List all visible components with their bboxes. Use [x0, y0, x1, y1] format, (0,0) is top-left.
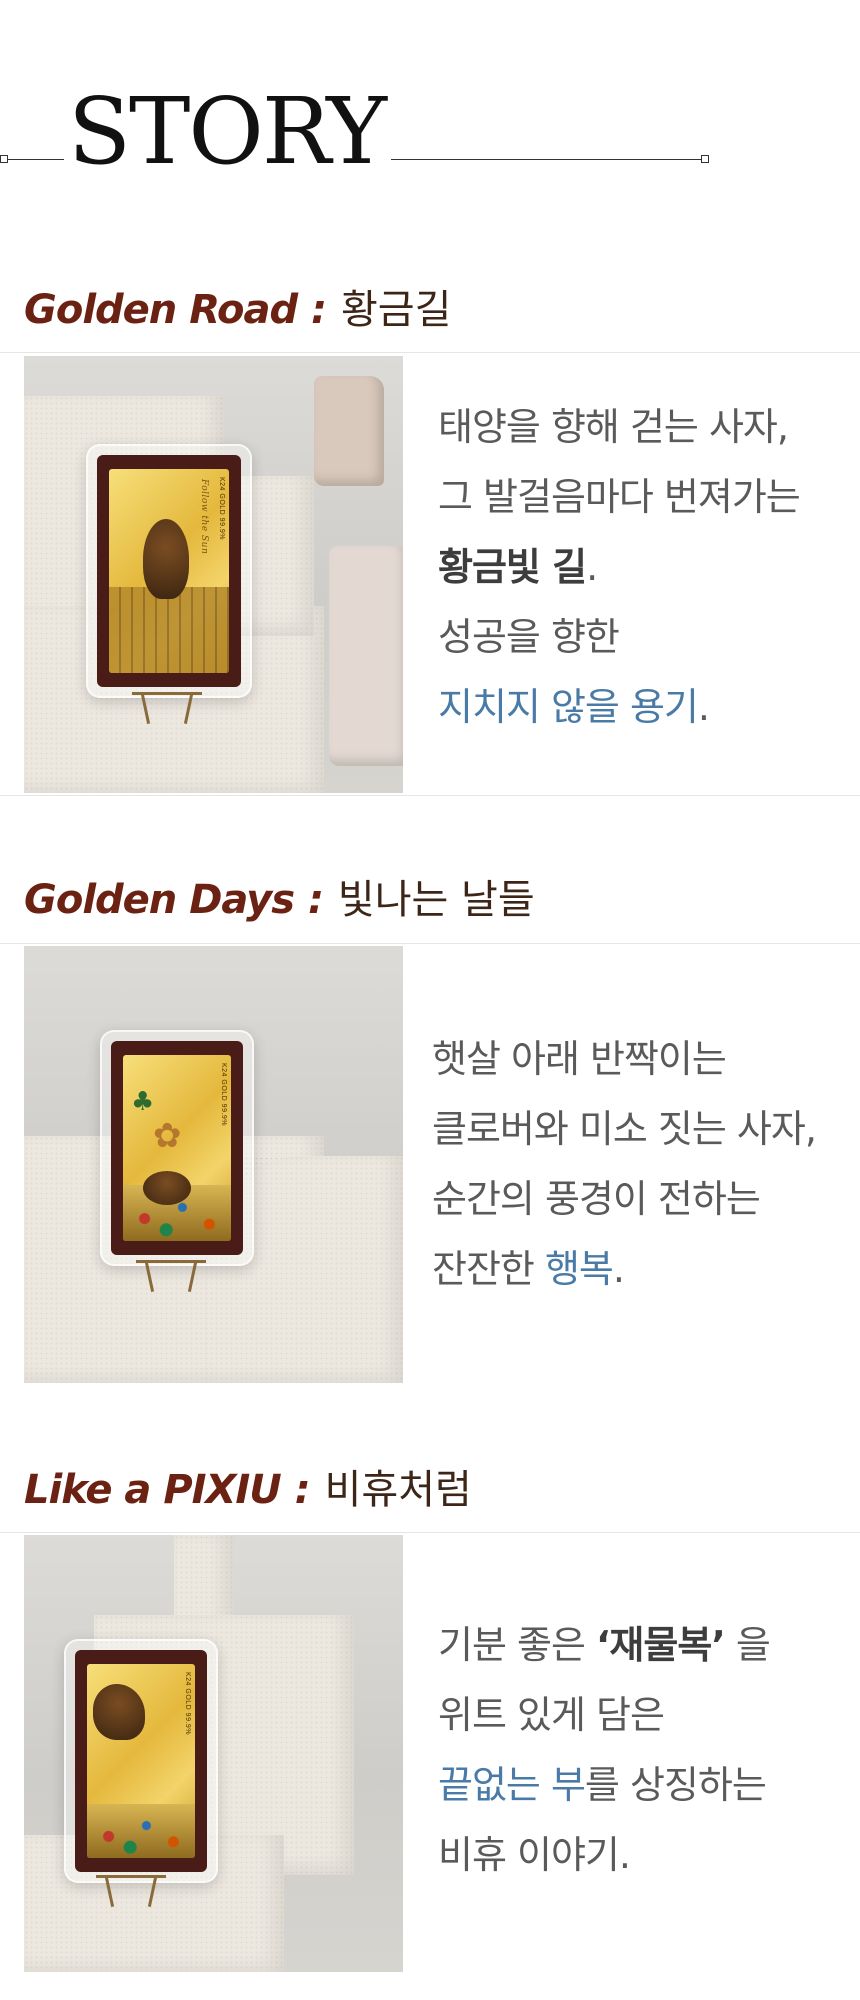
section-title-golden-days: Golden Days : 빛나는 날들 — [24, 872, 535, 928]
product-photo-golden-days: ♣ ✿ K24 GOLD 99.9% — [24, 946, 403, 1383]
section-title-en: Golden Days — [24, 877, 295, 923]
card-stamp: K24 GOLD 99.9% — [220, 1063, 227, 1127]
story-line: 지치지 않을 용기. — [438, 672, 800, 742]
card-stand — [136, 1260, 206, 1292]
section-divider — [0, 795, 860, 796]
story-text: 잔잔한 — [432, 1247, 545, 1291]
section-title-golden-road: Golden Road : 황금길 — [24, 282, 451, 338]
gold-card-case: ♣ ✿ K24 GOLD 99.9% — [100, 1030, 254, 1266]
story-line: 잔잔한 행복. — [432, 1234, 816, 1304]
story-line: 태양을 향해 걷는 사자, — [438, 405, 789, 449]
story-line: 기분 좋은 ‘재물복’ 을 — [438, 1610, 771, 1680]
highlight-text: 지치지 않을 용기 — [438, 685, 699, 729]
story-line: 끝없는 부를 상징하는 — [438, 1750, 770, 1820]
story-line: 햇살 아래 반짝이는 — [432, 1037, 727, 1081]
punctuation: . — [697, 685, 710, 729]
stone-decor — [329, 546, 403, 766]
rule-endpoint-right — [701, 155, 709, 163]
section-title-like-a-pixiu: Like a PIXIU : 비휴처럼 — [24, 1462, 472, 1518]
gold-card-case: K24 GOLD 99.9% Follow the Sun — [86, 444, 252, 698]
gold-card: ♣ ✿ K24 GOLD 99.9% — [111, 1041, 243, 1255]
product-photo-golden-road: K24 GOLD 99.9% Follow the Sun — [24, 356, 403, 793]
story-line: 순간의 풍경이 전하는 — [432, 1177, 761, 1221]
story-line: 황금빛 길. — [438, 532, 800, 602]
section-title-colon: : — [280, 1467, 325, 1513]
highlight-text: 행복 — [544, 1247, 614, 1291]
story-line: 클로버와 미소 짓는 사자, — [432, 1107, 817, 1151]
product-photo-like-a-pixiu: K24 GOLD 99.9% — [24, 1535, 403, 1972]
gold-card-case: K24 GOLD 99.9% — [64, 1639, 218, 1883]
card-stamp: K24 GOLD 99.9% — [218, 477, 225, 541]
story-header: STORY — [0, 0, 860, 200]
section-title-colon: : — [294, 877, 338, 923]
clover-motif: ♣ — [131, 1087, 155, 1117]
stone-decor — [314, 376, 384, 486]
page-title: STORY — [64, 82, 391, 182]
card-stamp: K24 GOLD 99.9% — [184, 1672, 191, 1736]
section-title-ko: 비휴처럼 — [324, 1467, 472, 1513]
golden-road-motif — [109, 587, 229, 673]
story-text: 기분 좋은 — [438, 1623, 596, 1667]
section-title-ko: 빛나는 날들 — [337, 877, 535, 923]
story-line: 위트 있게 담은 — [438, 1693, 665, 1737]
section-divider — [0, 352, 860, 353]
section-title-en: Like a PIXIU — [24, 1467, 282, 1513]
story-text-like-a-pixiu: 기분 좋은 ‘재물복’ 을 위트 있게 담은 끝없는 부를 상징하는 비휴 이야… — [438, 1610, 771, 1890]
story-text-golden-road: 태양을 향해 걷는 사자, 그 발걸음마다 번져가는 황금빛 길. 성공을 향한… — [438, 392, 801, 742]
story-text: 을 — [724, 1623, 771, 1667]
section-title-ko: 황금길 — [340, 287, 452, 333]
gold-plate: K24 GOLD 99.9% — [87, 1664, 195, 1858]
story-text-golden-days: 햇살 아래 반짝이는 클로버와 미소 짓는 사자, 순간의 풍경이 전하는 잔잔… — [432, 1024, 817, 1304]
gold-card: K24 GOLD 99.9% — [75, 1650, 207, 1872]
punctuation: . — [612, 1247, 625, 1291]
card-stand — [96, 1875, 166, 1907]
pixiu-motif — [93, 1684, 145, 1740]
section-title-en: Golden Road — [24, 287, 298, 333]
story-line: 비휴 이야기. — [438, 1833, 631, 1877]
story-text: 를 상징하는 — [584, 1763, 767, 1807]
gold-plate: K24 GOLD 99.9% Follow the Sun — [109, 469, 229, 673]
story-line: 그 발걸음마다 번져가는 — [438, 475, 801, 519]
punctuation: . — [586, 545, 598, 589]
highlight-text: 끝없는 부 — [438, 1763, 586, 1807]
emphasis-text: ‘재물복’ — [596, 1623, 726, 1667]
card-script: Follow the Sun — [199, 479, 209, 555]
story-line: 성공을 향한 — [438, 615, 620, 659]
section-title-colon: : — [297, 287, 341, 333]
meadow-motif — [87, 1803, 195, 1858]
lion-motif — [143, 519, 189, 599]
lion-motif — [143, 1171, 191, 1205]
section-divider — [0, 943, 860, 944]
gold-card: K24 GOLD 99.9% Follow the Sun — [97, 455, 241, 687]
section-divider — [0, 1532, 860, 1533]
rule-endpoint-left — [0, 155, 8, 163]
card-stand — [132, 692, 202, 724]
emphasis-text: 황금빛 길 — [438, 545, 587, 589]
gold-plate: ♣ ✿ K24 GOLD 99.9% — [123, 1055, 231, 1241]
flower-motif: ✿ — [153, 1116, 182, 1156]
